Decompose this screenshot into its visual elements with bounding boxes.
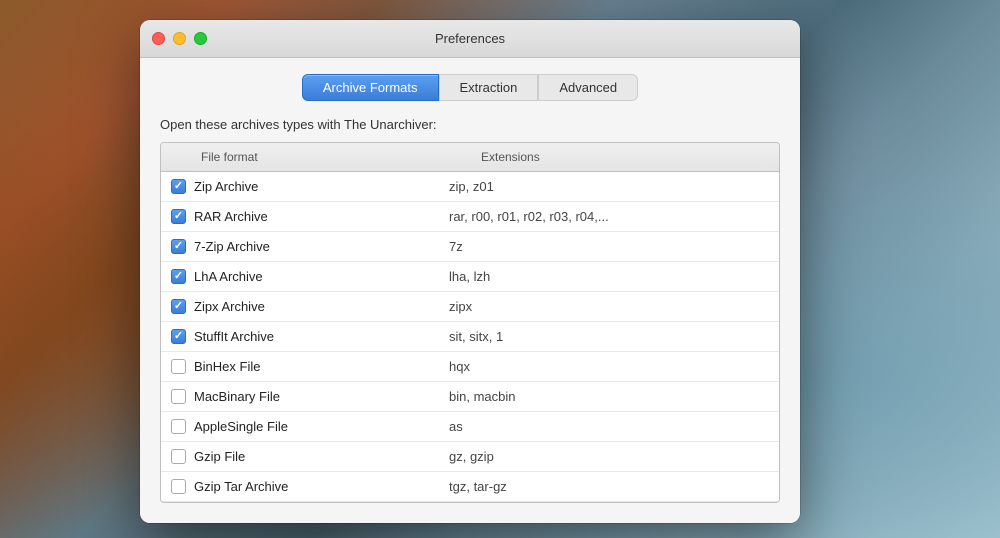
format-name-3: LhA Archive — [194, 269, 263, 284]
table-row: Zip Archive zip, z01 — [161, 172, 779, 202]
table-row: StuffIt Archive sit, sitx, 1 — [161, 322, 779, 352]
format-name-8: AppleSingle File — [194, 419, 288, 434]
preferences-window: Preferences Archive Formats Extraction A… — [140, 20, 800, 523]
format-extensions-9: gz, gzip — [441, 445, 779, 468]
close-button[interactable] — [152, 32, 165, 45]
table-row: Zipx Archive zipx — [161, 292, 779, 322]
tab-archive-formats[interactable]: Archive Formats — [302, 74, 439, 101]
format-extensions-10: tgz, tar-gz — [441, 475, 779, 498]
window-title: Preferences — [435, 31, 505, 46]
format-checkbox-0[interactable] — [171, 179, 186, 194]
format-checkbox-6[interactable] — [171, 359, 186, 374]
format-name-5: StuffIt Archive — [194, 329, 274, 344]
format-extensions-1: rar, r00, r01, r02, r03, r04,... — [441, 205, 779, 228]
format-extensions-2: 7z — [441, 235, 779, 258]
table-row: MacBinary File bin, macbin — [161, 382, 779, 412]
section-description: Open these archives types with The Unarc… — [160, 117, 780, 132]
format-checkbox-5[interactable] — [171, 329, 186, 344]
format-extensions-3: lha, lzh — [441, 265, 779, 288]
column-header-extensions: Extensions — [441, 148, 779, 166]
table-row: LhA Archive lha, lzh — [161, 262, 779, 292]
tab-bar: Archive Formats Extraction Advanced — [160, 74, 780, 101]
column-header-file-format: File format — [161, 148, 441, 166]
traffic-lights — [152, 32, 207, 45]
window-content: Archive Formats Extraction Advanced Open… — [140, 58, 800, 523]
format-name-6: BinHex File — [194, 359, 260, 374]
format-checkbox-8[interactable] — [171, 419, 186, 434]
titlebar: Preferences — [140, 20, 800, 58]
format-extensions-7: bin, macbin — [441, 385, 779, 408]
tab-extraction[interactable]: Extraction — [439, 74, 539, 101]
format-checkbox-2[interactable] — [171, 239, 186, 254]
table-row: RAR Archive rar, r00, r01, r02, r03, r04,… — [161, 202, 779, 232]
table-row: Gzip File gz, gzip — [161, 442, 779, 472]
format-name-4: Zipx Archive — [194, 299, 265, 314]
format-name-7: MacBinary File — [194, 389, 280, 404]
format-checkbox-10[interactable] — [171, 479, 186, 494]
format-checkbox-7[interactable] — [171, 389, 186, 404]
format-checkbox-1[interactable] — [171, 209, 186, 224]
format-name-0: Zip Archive — [194, 179, 258, 194]
tab-advanced[interactable]: Advanced — [538, 74, 638, 101]
format-name-1: RAR Archive — [194, 209, 268, 224]
format-extensions-6: hqx — [441, 355, 779, 378]
format-extensions-8: as — [441, 415, 779, 438]
format-checkbox-4[interactable] — [171, 299, 186, 314]
table-row: 7-Zip Archive 7z — [161, 232, 779, 262]
format-extensions-0: zip, z01 — [441, 175, 779, 198]
table-row: BinHex File hqx — [161, 352, 779, 382]
formats-table: File format Extensions Zip Archive zip, z… — [160, 142, 780, 503]
table-header: File format Extensions — [161, 143, 779, 172]
table-row: Gzip Tar Archive tgz, tar-gz — [161, 472, 779, 502]
format-name-2: 7-Zip Archive — [194, 239, 270, 254]
format-name-9: Gzip File — [194, 449, 245, 464]
table-row: AppleSingle File as — [161, 412, 779, 442]
table-body[interactable]: Zip Archive zip, z01 RAR Archive rar, r00, … — [161, 172, 779, 502]
format-checkbox-3[interactable] — [171, 269, 186, 284]
maximize-button[interactable] — [194, 32, 207, 45]
minimize-button[interactable] — [173, 32, 186, 45]
format-checkbox-9[interactable] — [171, 449, 186, 464]
format-name-10: Gzip Tar Archive — [194, 479, 288, 494]
format-extensions-4: zipx — [441, 295, 779, 318]
format-extensions-5: sit, sitx, 1 — [441, 325, 779, 348]
